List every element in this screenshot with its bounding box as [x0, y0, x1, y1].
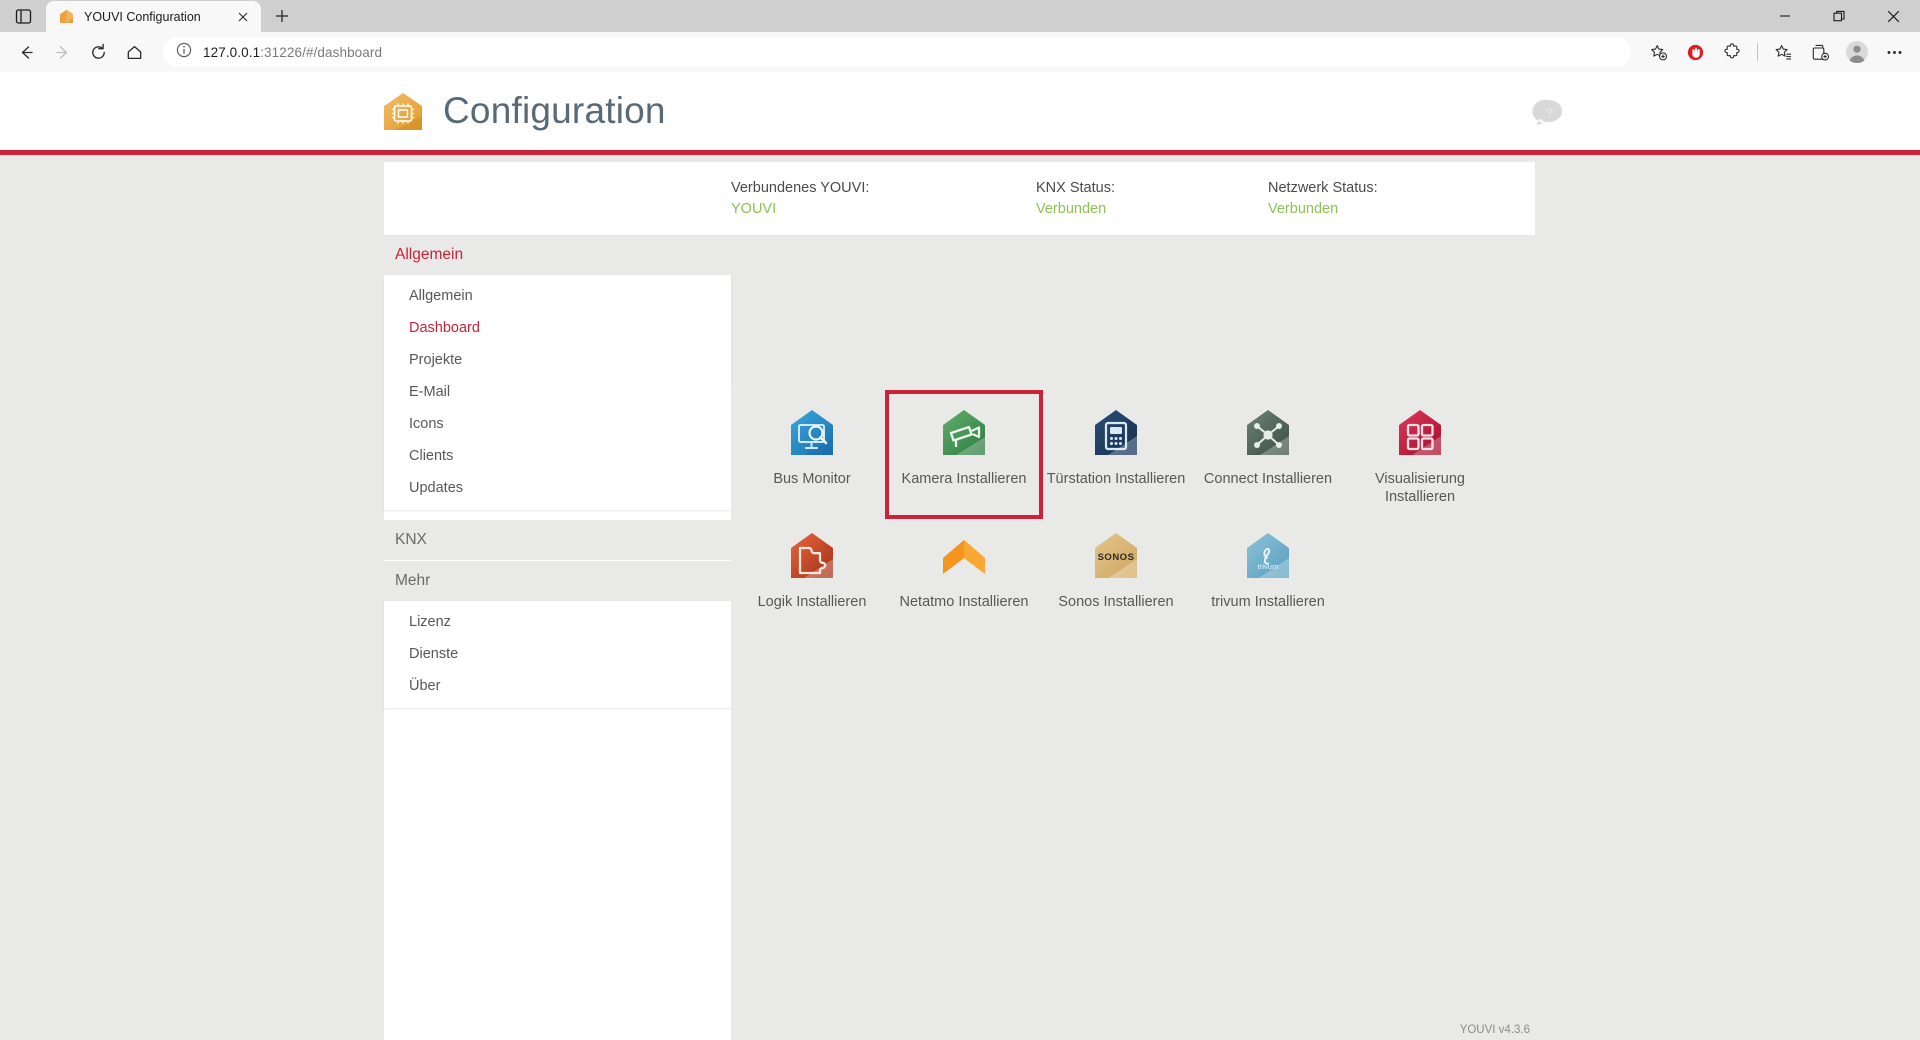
sidebar-item-lizenz[interactable]: Lizenz	[384, 606, 731, 638]
browser-titlebar: YOUVI Configuration	[0, 0, 1920, 32]
tile-tuerstation-installieren[interactable]: Türstation Installieren	[1040, 393, 1192, 516]
status-label: Verbundenes YOUVI:	[731, 180, 870, 196]
collections-icon[interactable]	[1803, 36, 1837, 68]
sonos-install-icon: SONOS	[1088, 528, 1144, 584]
sidebar-section-header-allgemein[interactable]: Allgemein	[384, 235, 731, 276]
tab-close-icon[interactable]	[233, 7, 253, 27]
status-item-connected-youvi: Verbundenes YOUVI: YOUVI	[731, 178, 869, 220]
svg-text:trivum: trivum	[1258, 562, 1278, 571]
tile-label: Kamera Installieren	[901, 471, 1027, 487]
page-content: Configuration ? Verbundenes YOUVI: YOUVI…	[0, 72, 1920, 1040]
sidebar: Allgemein Allgemein Dashboard Projekte E…	[384, 235, 731, 1040]
browser-tab[interactable]: YOUVI Configuration	[46, 1, 261, 32]
sidebar-section-items-mehr: Lizenz Dienste Über	[384, 602, 731, 708]
tile-grid: Bus Monitor Kamera Installieren Türstati…	[731, 385, 1535, 621]
svg-text:SONOS: SONOS	[1098, 552, 1135, 563]
tile-label: Connect Installieren	[1203, 471, 1333, 487]
page-title: Configuration	[443, 90, 666, 131]
back-arrow-icon[interactable]	[9, 36, 43, 68]
status-strip: Verbundenes YOUVI: YOUVI KNX Status: Ver…	[384, 162, 1535, 235]
url-path: :31226/#/dashboard	[260, 44, 383, 60]
window-close-button[interactable]	[1866, 0, 1920, 32]
forward-arrow-icon	[45, 36, 79, 68]
sidebar-item-ueber[interactable]: Über	[384, 670, 731, 702]
tab-favicon-icon	[58, 8, 75, 25]
new-tab-button[interactable]	[267, 1, 297, 31]
netatmo-install-icon	[936, 528, 992, 584]
youvi-house-chip-icon	[380, 88, 426, 134]
toolbar-divider	[1757, 43, 1758, 61]
tab-actions-icon[interactable]	[0, 0, 46, 32]
tile-connect-installieren[interactable]: Connect Installieren	[1192, 393, 1344, 516]
profile-avatar-icon[interactable]	[1840, 36, 1874, 68]
tile-sonos-installieren[interactable]: SONOS Sonos Installieren	[1040, 516, 1192, 621]
svg-text:?: ?	[1545, 106, 1552, 121]
home-icon[interactable]	[117, 36, 151, 68]
tab-title: YOUVI Configuration	[84, 9, 201, 24]
status-value: Verbunden	[1036, 201, 1107, 217]
sidebar-item-allgemein[interactable]: Allgemein	[384, 280, 731, 312]
favorites-icon[interactable]	[1766, 36, 1800, 68]
status-value: YOUVI	[731, 201, 777, 217]
sidebar-item-clients[interactable]: Clients	[384, 440, 731, 472]
status-label: Netzwerk Status:	[1268, 180, 1378, 196]
status-value: Verbunden	[1268, 201, 1339, 217]
sidebar-section-header-mehr[interactable]: Mehr	[384, 561, 731, 602]
tile-label: Logik Installieren	[757, 594, 867, 610]
tile-label: Bus Monitor	[773, 471, 851, 487]
sidebar-item-updates[interactable]: Updates	[384, 472, 731, 504]
status-item-network: Netzwerk Status: Verbunden	[1268, 178, 1378, 220]
adblock-icon[interactable]	[1678, 36, 1712, 68]
help-bubble-icon[interactable]: ?	[1532, 96, 1566, 130]
tile-label: Visualisierung Installieren	[1374, 471, 1465, 505]
door-station-install-icon	[1088, 405, 1144, 461]
tile-bus-monitor[interactable]: Bus Monitor	[736, 393, 888, 516]
window-restore-button[interactable]	[1812, 0, 1866, 32]
status-item-knx: KNX Status: Verbunden	[1036, 178, 1115, 220]
connect-install-icon	[1240, 405, 1296, 461]
toolbar-right-icons	[1641, 36, 1911, 68]
reload-icon[interactable]	[81, 36, 115, 68]
url-host: 127.0.0.1	[203, 44, 261, 60]
tile-label: Türstation Installieren	[1046, 471, 1186, 487]
sidebar-item-email[interactable]: E-Mail	[384, 376, 731, 408]
logic-install-icon	[784, 528, 840, 584]
bus-monitor-icon	[784, 405, 840, 461]
tile-label: trivum Installieren	[1211, 594, 1325, 610]
more-settings-icon[interactable]	[1877, 36, 1911, 68]
trivum-install-icon: trivum	[1240, 528, 1296, 584]
tile-label: Sonos Installieren	[1058, 594, 1174, 610]
sidebar-item-dashboard[interactable]: Dashboard	[384, 312, 731, 344]
camera-install-icon	[936, 405, 992, 461]
status-label: KNX Status:	[1036, 180, 1115, 196]
version-label: YOUVI v4.3.6	[1459, 1024, 1530, 1036]
extensions-icon[interactable]	[1715, 36, 1749, 68]
visualization-install-icon	[1392, 405, 1448, 461]
tile-netatmo-installieren[interactable]: Netatmo Installieren	[888, 516, 1040, 621]
add-favorite-icon[interactable]	[1641, 36, 1675, 68]
browser-toolbar: 127.0.0.1:31226/#/dashboard	[0, 32, 1920, 72]
tile-kamera-installieren[interactable]: Kamera Installieren	[885, 390, 1043, 519]
sidebar-item-dienste[interactable]: Dienste	[384, 638, 731, 670]
window-controls	[1758, 0, 1920, 32]
sidebar-section-items-allgemein: Allgemein Dashboard Projekte E-Mail Icon…	[384, 276, 731, 510]
sidebar-item-projekte[interactable]: Projekte	[384, 344, 731, 376]
tile-trivum-installieren[interactable]: trivum trivum Installieren	[1192, 516, 1344, 621]
browser-window: YOUVI Configuration 127.0.0.1:31226/#/da…	[0, 0, 1920, 1040]
app-header: Configuration ?	[0, 72, 1920, 150]
sidebar-item-icons[interactable]: Icons	[384, 408, 731, 440]
window-minimize-button[interactable]	[1758, 0, 1812, 32]
tile-panel: Bus Monitor Kamera Installieren Türstati…	[731, 385, 1535, 1040]
address-bar[interactable]: 127.0.0.1:31226/#/dashboard	[163, 37, 1631, 67]
body-area: Verbundenes YOUVI: YOUVI KNX Status: Ver…	[0, 155, 1920, 1040]
sidebar-section-allgemein: Allgemein Allgemein Dashboard Projekte E…	[384, 235, 731, 510]
tile-logik-installieren[interactable]: Logik Installieren	[736, 516, 888, 621]
sidebar-section-mehr: Mehr Lizenz Dienste Über	[384, 561, 731, 708]
tile-visualisierung-installieren[interactable]: Visualisierung Installieren	[1344, 393, 1496, 516]
tile-label: Netatmo Installieren	[899, 594, 1029, 610]
site-info-icon[interactable]	[176, 42, 192, 63]
address-bar-text: 127.0.0.1:31226/#/dashboard	[203, 45, 382, 60]
sidebar-section-header-knx[interactable]: KNX	[384, 520, 731, 561]
